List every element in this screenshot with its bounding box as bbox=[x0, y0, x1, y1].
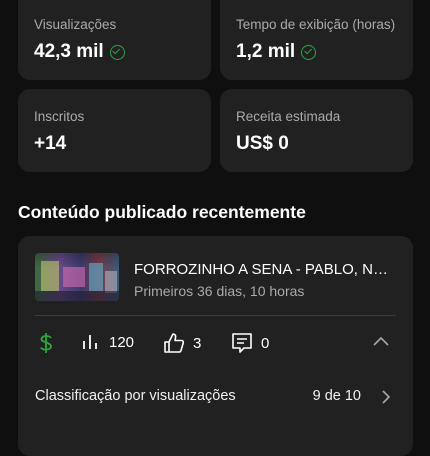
stat-label: Visualizações bbox=[34, 17, 117, 32]
check-circle-icon bbox=[109, 44, 125, 60]
divider bbox=[35, 315, 396, 316]
stat-value: 42,3 mil bbox=[34, 41, 125, 63]
comments-metric[interactable]: 0 bbox=[231, 332, 269, 354]
video-thumbnail[interactable] bbox=[35, 253, 119, 301]
ranking-row-button[interactable] bbox=[381, 389, 391, 405]
check-circle-icon bbox=[301, 44, 317, 60]
stat-value: US$ 0 bbox=[236, 133, 289, 154]
stat-label: Tempo de exibição (horas) bbox=[236, 17, 396, 32]
stat-label: Inscritos bbox=[34, 109, 85, 124]
comments-count: 0 bbox=[261, 334, 270, 352]
likes-count: 3 bbox=[193, 334, 202, 352]
thumbs-up-icon bbox=[163, 332, 185, 354]
stat-card-watch-time[interactable]: Tempo de exibição (horas) 1,2 mil bbox=[220, 0, 413, 80]
chevron-right-icon bbox=[381, 389, 391, 405]
dollar-icon bbox=[38, 332, 54, 354]
views-metric[interactable]: 120 bbox=[81, 332, 134, 352]
video-subtitle: Primeiros 36 dias, 10 horas bbox=[134, 283, 305, 299]
stat-card-subscribers[interactable]: Inscritos +14 bbox=[18, 89, 211, 172]
revenue-metric[interactable] bbox=[38, 332, 54, 354]
stat-card-views[interactable]: Visualizações 42,3 mil bbox=[18, 0, 211, 80]
stat-value: 1,2 mil bbox=[236, 41, 317, 63]
chevron-up-icon bbox=[373, 334, 389, 348]
likes-metric[interactable]: 3 bbox=[163, 332, 201, 354]
views-count: 120 bbox=[109, 333, 135, 351]
bar-chart-icon bbox=[81, 332, 101, 352]
stat-value: +14 bbox=[34, 133, 67, 154]
ranking-value: 9 de 10 bbox=[312, 388, 361, 404]
comment-icon bbox=[231, 332, 253, 354]
ranking-label: Classificação por visualizações bbox=[35, 388, 236, 404]
stat-label: Receita estimada bbox=[236, 109, 341, 124]
stat-card-revenue[interactable]: Receita estimada US$ 0 bbox=[220, 89, 413, 172]
video-title: FORROZINHO A SENA - PABLO, NETO bbox=[134, 261, 396, 278]
section-title: Conteúdo publicado recentemente bbox=[18, 202, 306, 222]
recent-video-card[interactable]: FORROZINHO A SENA - PABLO, NETO Primeiro… bbox=[18, 236, 413, 456]
collapse-button[interactable] bbox=[373, 334, 389, 348]
